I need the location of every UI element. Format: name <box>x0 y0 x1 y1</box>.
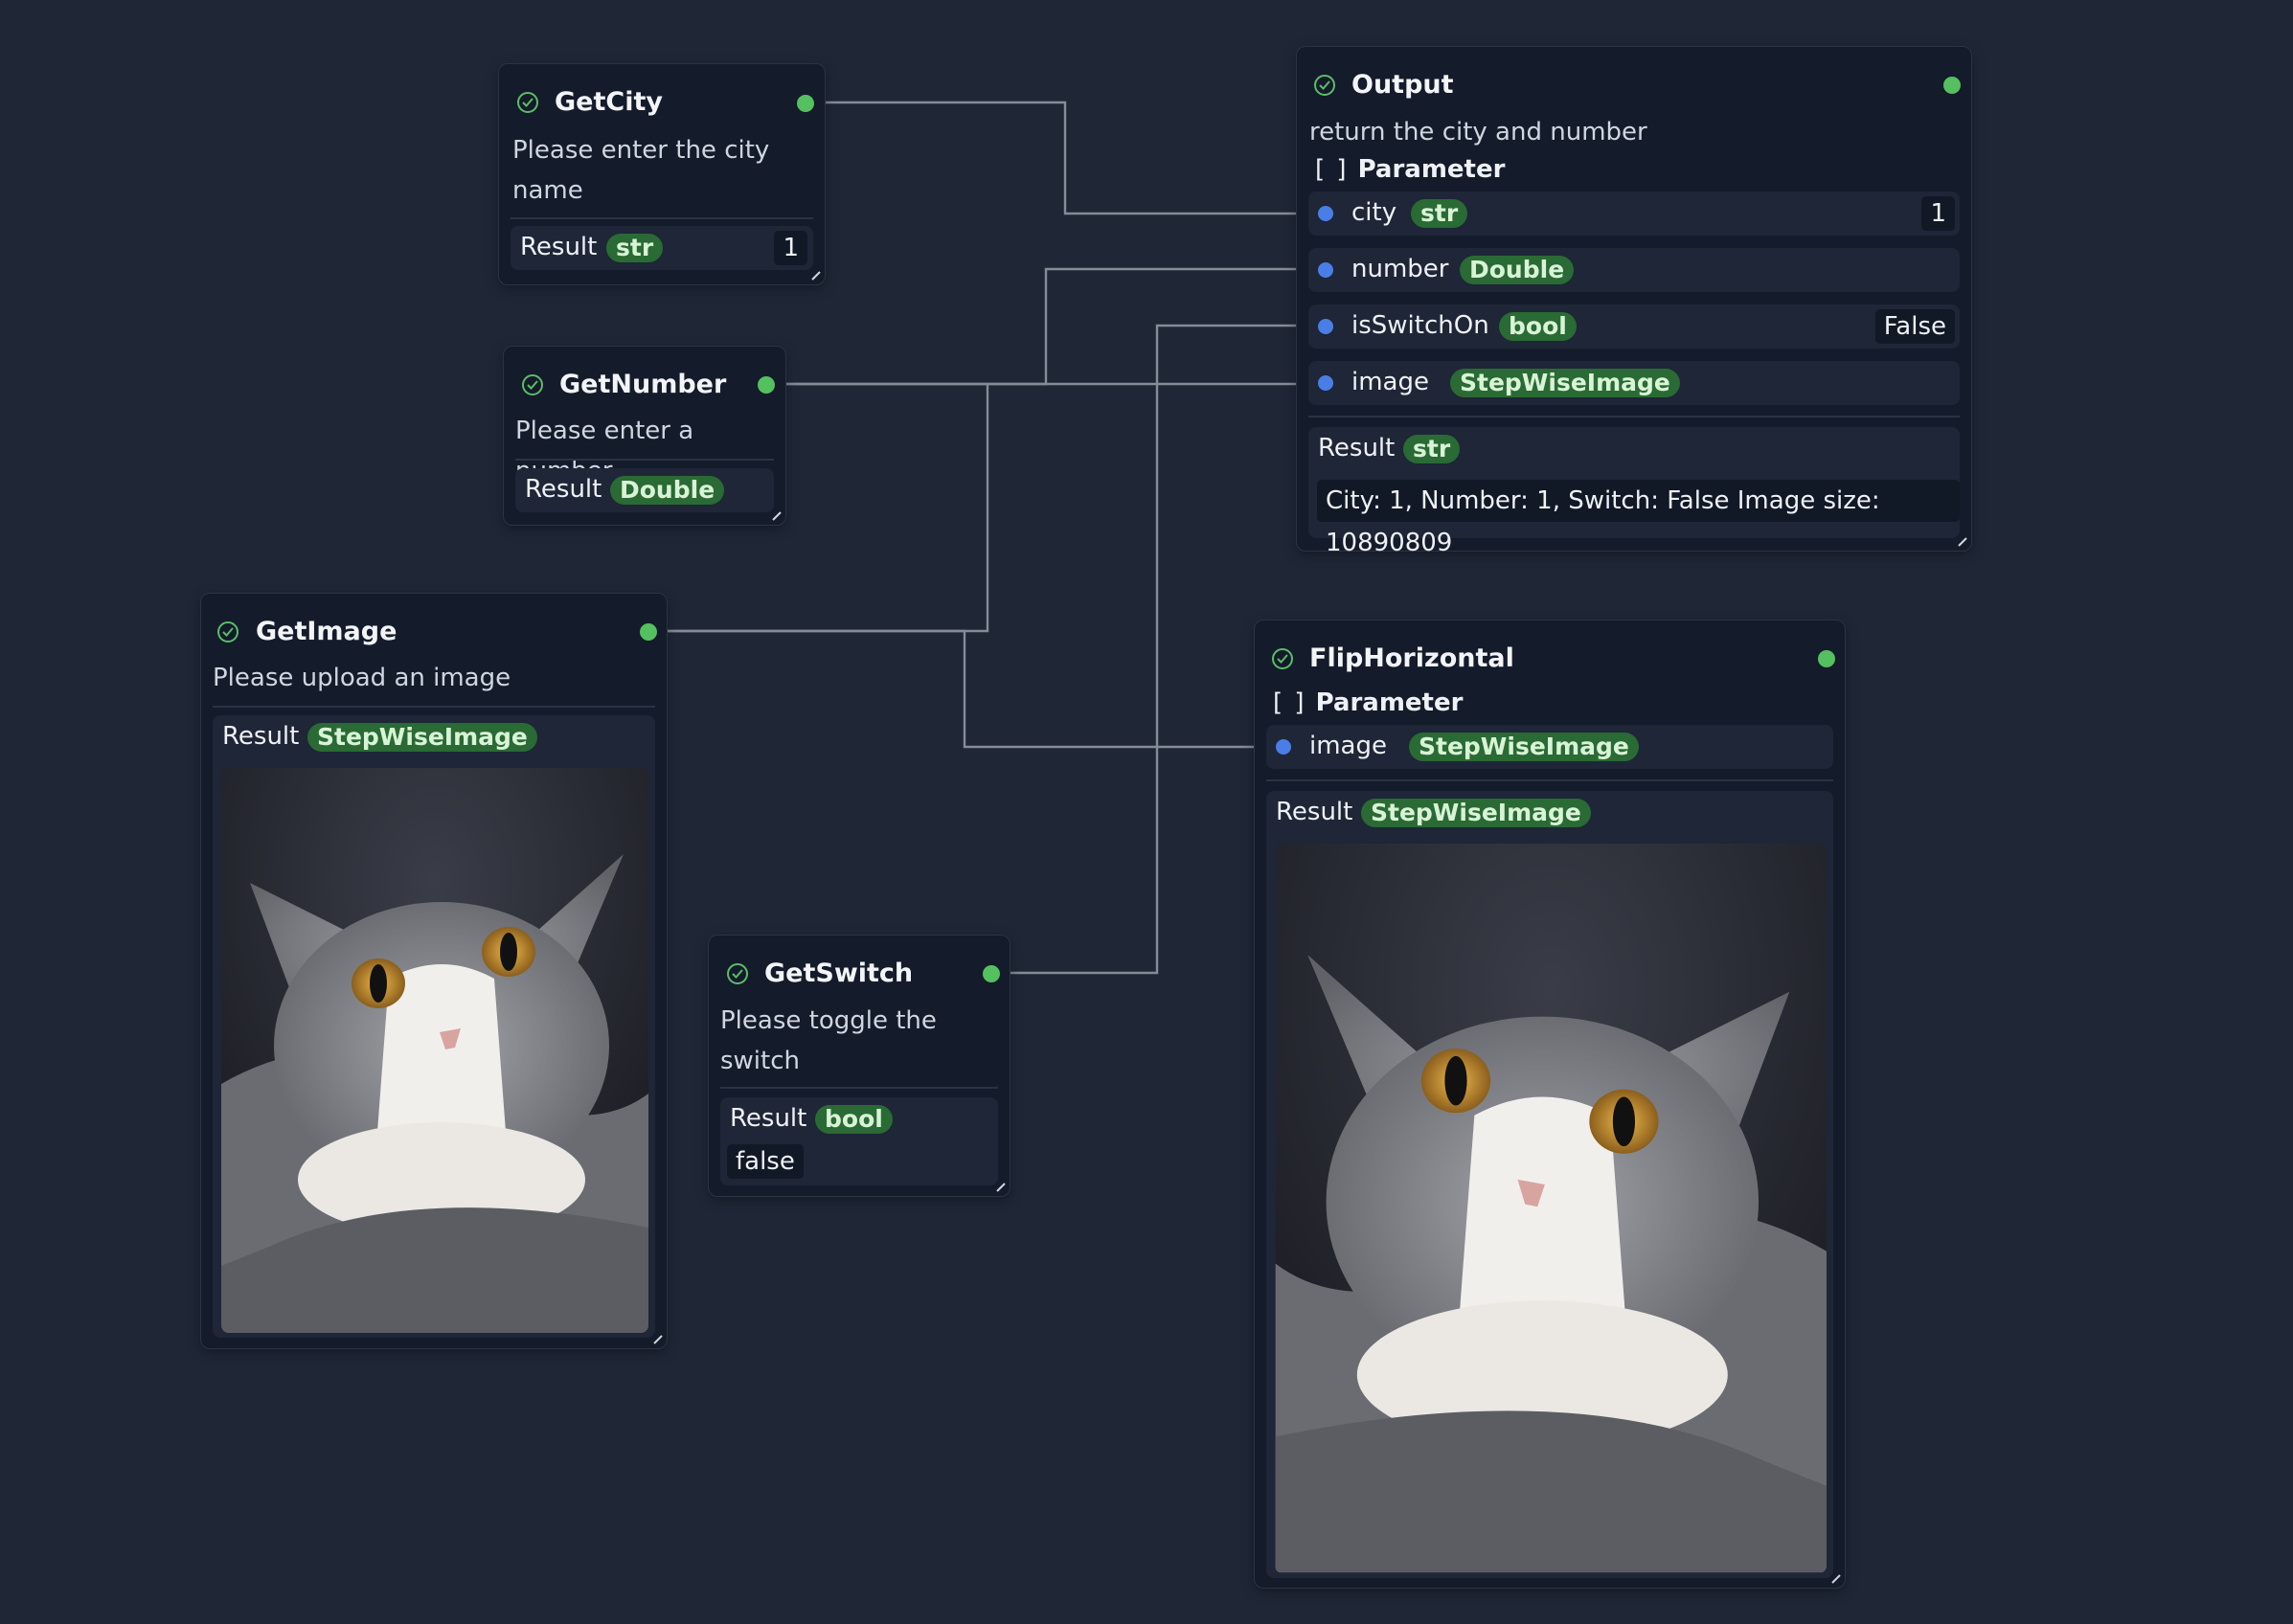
result-label: Result <box>730 1104 807 1133</box>
getcity-node[interactable]: GetCity Please enter the city name Resul… <box>498 63 826 285</box>
parameter-header: [ ] Parameter <box>1315 155 1506 184</box>
node-description: Please upload an image <box>213 664 511 692</box>
divider <box>213 706 655 708</box>
check-circle-icon <box>1314 75 1335 96</box>
result-value[interactable]: City: 1, Number: 1, Switch: False Image … <box>1317 480 1960 557</box>
node-title: FlipHorizontal <box>1309 643 1514 673</box>
output-port[interactable] <box>640 623 657 641</box>
divider <box>1308 416 1960 417</box>
divider <box>720 1087 998 1089</box>
input-port[interactable] <box>1318 375 1333 391</box>
check-circle-icon <box>517 92 538 113</box>
result-row: Result StepWiseImage <box>1266 791 1833 1578</box>
wire-getcity-to-city <box>805 101 1309 215</box>
type-badge: bool <box>1499 312 1577 341</box>
output-port[interactable] <box>983 965 1000 982</box>
node-title: GetCity <box>555 87 663 117</box>
param-name: city <box>1351 198 1397 227</box>
check-circle-icon <box>727 963 748 984</box>
divider <box>511 217 813 219</box>
node-title: GetImage <box>256 617 397 646</box>
type-badge: str <box>1411 199 1468 228</box>
resize-handle-icon[interactable] <box>1830 1573 1842 1585</box>
param-row-isswitchon: isSwitchOn bool False <box>1308 304 1960 349</box>
node-description: Please toggle the <box>720 1006 937 1035</box>
param-row-city: city str 1 <box>1308 192 1960 236</box>
cat-photo <box>221 768 648 1333</box>
check-circle-icon <box>522 374 543 395</box>
type-badge: str <box>1403 435 1461 463</box>
result-label: Result <box>520 233 598 261</box>
result-row: Result bool false <box>720 1097 998 1185</box>
result-label: Result <box>525 475 602 504</box>
resize-handle-icon[interactable] <box>810 270 822 282</box>
type-badge: StepWiseImage <box>1361 799 1591 827</box>
bracket-icon: [ ] <box>1315 155 1349 184</box>
resize-handle-icon[interactable] <box>995 1182 1007 1193</box>
node-title: Output <box>1351 70 1454 100</box>
getnumber-node[interactable]: GetNumber Please enter a number Result D… <box>503 346 786 526</box>
result-label: Result <box>222 722 300 751</box>
param-row-image: image StepWiseImage <box>1308 361 1960 405</box>
type-badge: StepWiseImage <box>307 723 537 752</box>
type-badge: bool <box>815 1105 893 1134</box>
result-row: Result StepWiseImage <box>213 715 655 1338</box>
param-name: image <box>1309 732 1387 760</box>
input-port[interactable] <box>1318 319 1333 334</box>
type-badge: StepWiseImage <box>1409 733 1639 761</box>
resize-handle-icon[interactable] <box>771 510 783 522</box>
result-value[interactable]: 1 <box>774 231 807 265</box>
input-port[interactable] <box>1276 739 1291 755</box>
result-row: Result str 1 <box>511 226 813 270</box>
result-value[interactable]: false <box>727 1144 804 1179</box>
fliphorizontal-node[interactable]: FlipHorizontal [ ] Parameter image StepWi… <box>1254 620 1846 1589</box>
result-label: Result <box>1276 798 1353 826</box>
result-row: Result str City: 1, Number: 1, Switch: F… <box>1308 427 1960 557</box>
node-description: switch <box>720 1047 801 1075</box>
check-circle-icon <box>1272 648 1293 669</box>
node-description: Please enter the city <box>512 136 770 165</box>
type-badge: StepWiseImage <box>1450 369 1680 397</box>
check-circle-icon <box>217 621 238 643</box>
parameter-header: [ ] Parameter <box>1273 688 1464 717</box>
node-description: name <box>512 176 583 205</box>
param-name: number <box>1351 255 1449 283</box>
divider <box>1266 779 1833 781</box>
input-port[interactable] <box>1318 206 1333 221</box>
node-description: return the city and number <box>1309 118 1647 147</box>
param-row-number: number Double <box>1308 248 1960 292</box>
type-badge: str <box>606 234 664 262</box>
output-node[interactable]: Output return the city and number [ ] Par… <box>1296 46 1972 557</box>
result-image <box>221 768 648 1333</box>
output-port[interactable] <box>1943 77 1961 94</box>
cat-photo <box>1275 844 1827 1573</box>
wire-getimage-to-flip <box>647 629 1281 749</box>
divider <box>515 459 774 461</box>
param-row-image: image StepWiseImage <box>1266 725 1833 769</box>
type-badge: Double <box>610 476 725 505</box>
param-value[interactable]: False <box>1874 309 1955 344</box>
bracket-icon: [ ] <box>1273 688 1306 717</box>
output-port[interactable] <box>1818 650 1835 667</box>
output-port[interactable] <box>758 376 775 394</box>
result-image <box>1275 844 1827 1573</box>
resize-handle-icon[interactable] <box>1957 536 1968 548</box>
type-badge: Double <box>1460 256 1575 284</box>
node-title: GetNumber <box>559 370 727 399</box>
getimage-node[interactable]: GetImage Please upload an image Result S… <box>200 593 668 1349</box>
param-value[interactable]: 1 <box>1921 196 1955 231</box>
result-label: Result <box>1318 434 1396 462</box>
result-row: Result Double <box>515 468 774 512</box>
param-name: isSwitchOn <box>1351 311 1489 340</box>
node-title: GetSwitch <box>764 959 914 988</box>
output-port[interactable] <box>797 95 814 112</box>
param-name: image <box>1351 368 1429 396</box>
resize-handle-icon[interactable] <box>652 1334 664 1345</box>
getswitch-node[interactable]: GetSwitch Please toggle the switch Resul… <box>708 935 1010 1197</box>
input-port[interactable] <box>1318 262 1333 278</box>
